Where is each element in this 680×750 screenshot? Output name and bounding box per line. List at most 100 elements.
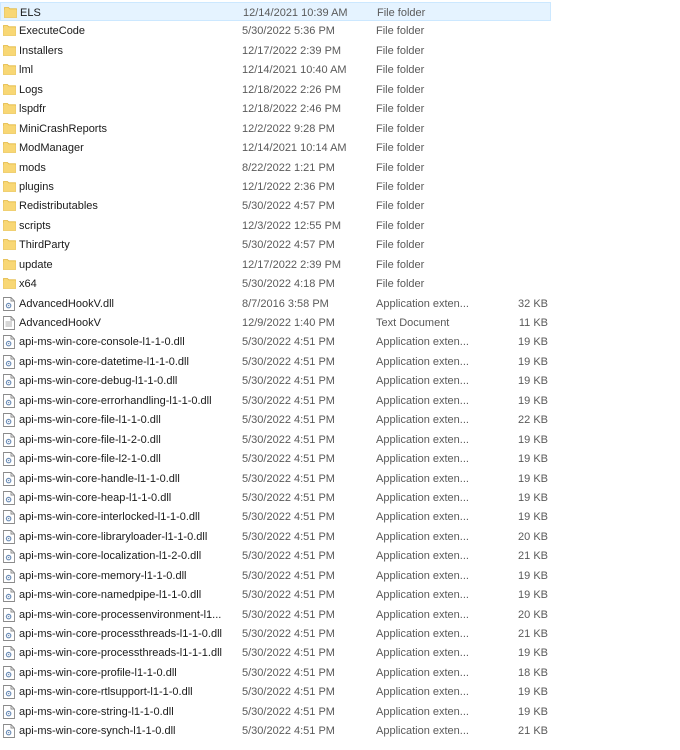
file-date-modified: 5/30/2022 4:51 PM bbox=[242, 666, 335, 679]
file-row[interactable]: api-ms-win-core-interlocked-l1-1-0.dll 5… bbox=[0, 507, 551, 526]
file-date-modified: 5/30/2022 4:57 PM bbox=[242, 239, 335, 252]
file-row[interactable]: api-ms-win-core-localization-l1-2-0.dll … bbox=[0, 546, 551, 565]
file-type: Application exten... bbox=[376, 569, 469, 582]
file-type: Application exten... bbox=[376, 375, 469, 388]
file-name: scripts bbox=[19, 219, 51, 232]
file-size: 21 KB bbox=[518, 725, 548, 738]
file-size: 21 KB bbox=[518, 628, 548, 640]
file-row[interactable]: plugins 12/1/2022 2:36 PM File folder bbox=[0, 177, 551, 196]
file-name: api-ms-win-core-file-l1-2-0.dll bbox=[19, 433, 161, 446]
dll-icon bbox=[3, 374, 15, 389]
file-date-modified: 5/30/2022 4:51 PM bbox=[242, 433, 335, 446]
file-name: ELS bbox=[20, 7, 41, 19]
dll-icon bbox=[3, 529, 15, 544]
file-row[interactable]: api-ms-win-core-processenvironment-l1...… bbox=[0, 605, 551, 624]
file-row[interactable]: lml 12/14/2021 10:40 AM File folder bbox=[0, 60, 551, 79]
file-type: File folder bbox=[377, 7, 426, 19]
file-row[interactable]: api-ms-win-core-memory-l1-1-0.dll 5/30/2… bbox=[0, 566, 551, 585]
file-row[interactable]: api-ms-win-core-file-l1-2-0.dll 5/30/202… bbox=[0, 430, 551, 449]
file-type: Application exten... bbox=[376, 472, 469, 485]
file-row[interactable]: api-ms-win-core-profile-l1-1-0.dll 5/30/… bbox=[0, 663, 551, 682]
file-type: File folder bbox=[376, 122, 425, 135]
file-date-modified: 12/9/2022 1:40 PM bbox=[242, 317, 335, 329]
file-row[interactable]: api-ms-win-core-console-l1-1-0.dll 5/30/… bbox=[0, 332, 551, 351]
file-row[interactable]: Installers 12/17/2022 2:39 PM File folde… bbox=[0, 41, 551, 60]
file-row[interactable]: api-ms-win-core-errorhandling-l1-1-0.dll… bbox=[0, 391, 551, 410]
file-name: ModManager bbox=[19, 142, 84, 155]
file-row[interactable]: AdvancedHookV 12/9/2022 1:40 PM Text Doc… bbox=[0, 313, 551, 332]
file-date-modified: 5/30/2022 4:51 PM bbox=[242, 336, 335, 349]
file-name: api-ms-win-core-profile-l1-1-0.dll bbox=[19, 666, 177, 679]
folder-icon bbox=[3, 277, 16, 290]
file-row[interactable]: api-ms-win-core-rtlsupport-l1-1-0.dll 5/… bbox=[0, 682, 551, 701]
folder-icon bbox=[3, 63, 16, 76]
file-type: File folder bbox=[376, 44, 425, 57]
file-row[interactable]: x64 5/30/2022 4:18 PM File folder bbox=[0, 274, 551, 293]
file-type: Application exten... bbox=[376, 491, 469, 504]
folder-icon bbox=[3, 83, 16, 96]
file-type: Application exten... bbox=[376, 725, 469, 738]
file-name: api-ms-win-core-debug-l1-1-0.dll bbox=[19, 375, 178, 388]
file-row[interactable]: MiniCrashReports 12/2/2022 9:28 PM File … bbox=[0, 119, 551, 138]
file-row[interactable]: api-ms-win-core-heap-l1-1-0.dll 5/30/202… bbox=[0, 488, 551, 507]
file-type: Text Document bbox=[376, 317, 450, 329]
file-row[interactable]: ThirdParty 5/30/2022 4:57 PM File folder bbox=[0, 235, 551, 254]
file-date-modified: 12/14/2021 10:14 AM bbox=[242, 142, 347, 155]
file-row[interactable]: api-ms-win-core-synch-l1-1-0.dll 5/30/20… bbox=[0, 721, 551, 740]
file-date-modified: 5/30/2022 4:51 PM bbox=[242, 589, 335, 602]
file-row[interactable]: Redistributables 5/30/2022 4:57 PM File … bbox=[0, 196, 551, 215]
file-row[interactable]: mods 8/22/2022 1:21 PM File folder bbox=[0, 158, 551, 177]
file-size: 19 KB bbox=[518, 355, 548, 368]
file-row[interactable]: api-ms-win-core-file-l2-1-0.dll 5/30/202… bbox=[0, 449, 551, 468]
file-row[interactable]: api-ms-win-core-datetime-l1-1-0.dll 5/30… bbox=[0, 352, 551, 371]
file-type: File folder bbox=[376, 200, 425, 213]
file-type: Application exten... bbox=[376, 647, 469, 660]
dll-icon bbox=[3, 490, 15, 505]
file-date-modified: 5/30/2022 4:51 PM bbox=[242, 550, 335, 563]
file-type: File folder bbox=[376, 83, 425, 96]
file-row[interactable]: update 12/17/2022 2:39 PM File folder bbox=[0, 255, 551, 274]
file-row[interactable]: api-ms-win-core-namedpipe-l1-1-0.dll 5/3… bbox=[0, 585, 551, 604]
file-row[interactable]: ExecuteCode 5/30/2022 5:36 PM File folde… bbox=[0, 21, 551, 40]
file-name: api-ms-win-core-datetime-l1-1-0.dll bbox=[19, 355, 189, 368]
file-date-modified: 12/1/2022 2:36 PM bbox=[242, 180, 335, 193]
file-row[interactable]: lspdfr 12/18/2022 2:46 PM File folder bbox=[0, 99, 551, 118]
folder-icon bbox=[3, 102, 16, 115]
file-date-modified: 5/30/2022 4:51 PM bbox=[242, 472, 335, 485]
file-row[interactable]: ModManager 12/14/2021 10:14 AM File fold… bbox=[0, 138, 551, 157]
file-type: Application exten... bbox=[376, 550, 469, 563]
file-type: Application exten... bbox=[376, 336, 469, 349]
file-name: ThirdParty bbox=[19, 239, 70, 252]
file-row[interactable]: ELS 12/14/2021 10:39 AM File folder bbox=[0, 2, 551, 22]
file-size: 19 KB bbox=[518, 511, 548, 524]
file-name: api-ms-win-core-processthreads-l1-1-1.dl… bbox=[19, 647, 222, 660]
file-row[interactable]: api-ms-win-core-debug-l1-1-0.dll 5/30/20… bbox=[0, 371, 551, 390]
file-row[interactable]: api-ms-win-core-handle-l1-1-0.dll 5/30/2… bbox=[0, 469, 551, 488]
file-row[interactable]: api-ms-win-core-processthreads-l1-1-1.dl… bbox=[0, 643, 551, 662]
file-row[interactable]: api-ms-win-core-file-l1-1-0.dll 5/30/202… bbox=[0, 410, 551, 429]
file-type: Application exten... bbox=[376, 608, 469, 621]
dll-icon bbox=[3, 685, 15, 700]
file-size: 19 KB bbox=[518, 472, 548, 485]
file-row[interactable]: api-ms-win-core-string-l1-1-0.dll 5/30/2… bbox=[0, 702, 551, 721]
folder-icon bbox=[3, 122, 16, 135]
file-type: File folder bbox=[376, 258, 425, 271]
dll-icon bbox=[3, 724, 15, 739]
file-row[interactable]: AdvancedHookV.dll 8/7/2016 3:58 PM Appli… bbox=[0, 294, 551, 313]
file-row[interactable]: scripts 12/3/2022 12:55 PM File folder bbox=[0, 216, 551, 235]
file-size: 20 KB bbox=[518, 608, 548, 621]
file-list: ELS 12/14/2021 10:39 AM File folder Exec… bbox=[0, 2, 680, 750]
file-row[interactable]: api-ms-win-core-processthreads-l1-1-0.dl… bbox=[0, 624, 551, 643]
file-name: Redistributables bbox=[19, 200, 98, 213]
file-size: 19 KB bbox=[518, 589, 548, 602]
file-date-modified: 12/3/2022 12:55 PM bbox=[242, 219, 342, 232]
file-row[interactable]: api-ms-win-core-libraryloader-l1-1-0.dll… bbox=[0, 527, 551, 546]
folder-icon bbox=[3, 258, 16, 271]
file-type: Application exten... bbox=[376, 414, 469, 427]
file-date-modified: 5/30/2022 4:51 PM bbox=[242, 647, 335, 660]
file-size: 19 KB bbox=[518, 569, 548, 582]
dll-icon bbox=[3, 413, 15, 428]
file-size: 22 KB bbox=[518, 414, 548, 427]
file-size: 19 KB bbox=[518, 686, 548, 699]
file-row[interactable]: Logs 12/18/2022 2:26 PM File folder bbox=[0, 80, 551, 99]
